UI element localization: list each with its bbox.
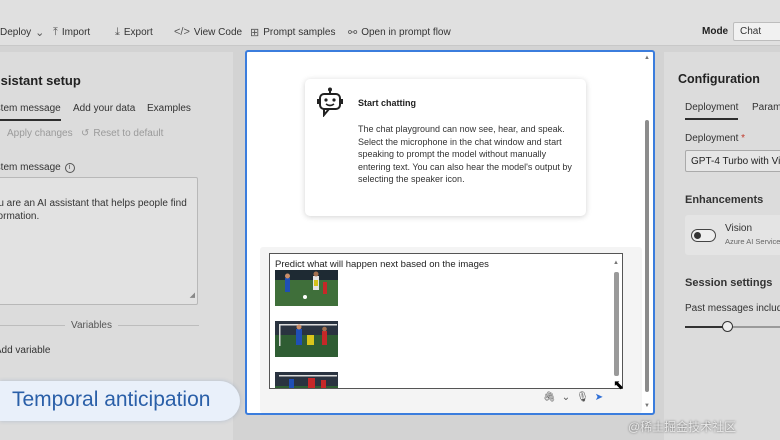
slider-handle[interactable] [721, 321, 733, 332]
prompt-samples-button[interactable]: ⊞ Prompt samples [250, 26, 335, 39]
required-marker: * [741, 133, 746, 144]
open-prompt-flow-button[interactable]: ⚯ Open in prompt flow [348, 26, 451, 39]
paperclip-icon[interactable]: 🖇 [543, 392, 556, 403]
enhancements-heading: Enhancements [685, 194, 764, 206]
mode-label: Mode [702, 26, 729, 37]
watermark: @稀土掘金技术社区 [628, 420, 737, 434]
send-icon[interactable]: ➤ [595, 392, 603, 403]
prompt-text: Predict what will happen next based on t… [275, 259, 489, 270]
flow-icon: ⚯ [348, 27, 358, 39]
tab-examples[interactable]: Examples [147, 103, 191, 114]
scroll-up-icon[interactable]: ▲ [644, 55, 650, 61]
input-actions: 🖇 ⌄ 🎙 ➤ [543, 392, 603, 403]
tab-deployment[interactable]: Deployment [685, 102, 739, 120]
add-variable-button[interactable]: + Add variable [0, 345, 50, 356]
vision-enhancement-card: Vision Azure AI Services [685, 215, 780, 255]
card-title: Start chatting [358, 98, 417, 108]
caption-banner: Temporal anticipation [0, 381, 240, 421]
configuration-title: Configuration [678, 72, 760, 86]
mode-select[interactable]: Chat [733, 22, 780, 41]
vision-subtitle: Azure AI Services [725, 237, 780, 246]
slider-fill [685, 326, 727, 328]
deployment-label-text: Deployment [685, 133, 739, 144]
reset-default-label: Reset to default [93, 128, 164, 139]
code-icon: </> [174, 26, 190, 38]
variables-divider: Variables [0, 320, 200, 331]
top-toolbar: Deploy ⌄ ⤒ Import ⤓ Export </> View Code… [0, 0, 780, 46]
tab-system-message[interactable]: System message [0, 103, 61, 121]
image-thumbnail[interactable] [275, 321, 338, 357]
deployment-select[interactable]: GPT-4 Turbo with Vision [685, 150, 780, 172]
chat-session-panel: Start chatting The chat playground can n… [245, 50, 655, 415]
export-label: Export [123, 27, 153, 38]
add-variable-label: Add variable [0, 345, 51, 356]
import-button[interactable]: ⤒ Import [53, 26, 90, 39]
mouse-cursor-icon: ⬉ [613, 377, 624, 392]
start-chatting-card: Start chatting The chat playground can n… [305, 79, 586, 216]
download-icon: ⤓ [115, 26, 120, 38]
variables-label: Variables [71, 320, 112, 331]
assistant-setup-title: Assistant setup [0, 73, 81, 88]
robot-icon [317, 87, 343, 117]
open-prompt-flow-label: Open in prompt flow [361, 27, 451, 38]
export-button[interactable]: ⤓ Export [115, 26, 153, 39]
microphone-icon[interactable]: 🎙 [576, 392, 589, 403]
vision-toggle[interactable] [691, 229, 716, 242]
import-label: Import [61, 27, 91, 38]
deploy-label: Deploy [0, 27, 32, 38]
scroll-down-icon[interactable]: ▼ [644, 403, 650, 409]
image-thumbnail[interactable] [275, 372, 338, 388]
image-thumbnail[interactable] [275, 270, 338, 306]
chat-input[interactable]: Predict what will happen next based on t… [269, 253, 623, 389]
view-code-button[interactable]: </> View Code [174, 26, 242, 38]
input-scroll-thumb[interactable] [614, 272, 619, 376]
chat-scroll-thumb[interactable] [645, 120, 649, 392]
chevron-down-icon: ⌄ [35, 27, 45, 39]
deployment-label: Deployment * [685, 133, 745, 144]
tab-add-your-data[interactable]: Add your data [73, 103, 135, 114]
tab-parameters[interactable]: Parameters [752, 102, 780, 113]
prompt-samples-label: Prompt samples [263, 27, 336, 38]
deploy-button[interactable]: Deploy ⌄ [0, 26, 44, 39]
chat-scrollbar[interactable]: ▲ ▼ [644, 55, 651, 411]
toggle-knob [694, 232, 701, 239]
input-scrollbar[interactable]: ▲ [613, 260, 620, 386]
card-body: The chat playground can now see, hear, a… [358, 124, 572, 184]
vision-title: Vision [725, 223, 753, 234]
system-message-text: You are an AI assistant that helps peopl… [0, 198, 187, 222]
scroll-up-icon[interactable]: ▲ [613, 260, 619, 266]
view-code-label: View Code [193, 26, 243, 38]
upload-icon: ⤒ [53, 26, 58, 38]
grid-icon: ⊞ [250, 27, 260, 39]
past-messages-slider[interactable] [685, 321, 780, 332]
chat-input-area: Predict what will happen next based on t… [260, 247, 642, 413]
divider-line [117, 325, 200, 326]
configuration-panel: Configuration Deployment Parameters Depl… [664, 52, 780, 440]
chevron-down-icon[interactable]: ⌄ [562, 392, 570, 403]
apply-changes-label: Apply changes [7, 128, 73, 139]
past-messages-label: Past messages included [685, 303, 780, 314]
reset-default-button[interactable]: ↺ Reset to default [81, 128, 163, 139]
system-message-label: System message i [0, 162, 75, 173]
info-icon[interactable]: i [64, 162, 75, 173]
divider-line [0, 325, 66, 326]
system-message-label-text: System message [0, 162, 61, 173]
session-settings-heading: Session settings [685, 277, 773, 289]
apply-changes-button[interactable]: Apply changes [7, 128, 73, 139]
system-message-input[interactable]: You are an AI assistant that helps peopl… [0, 177, 198, 305]
resize-grip-icon[interactable]: ◢ [190, 289, 195, 302]
undo-icon: ↺ [81, 128, 90, 139]
